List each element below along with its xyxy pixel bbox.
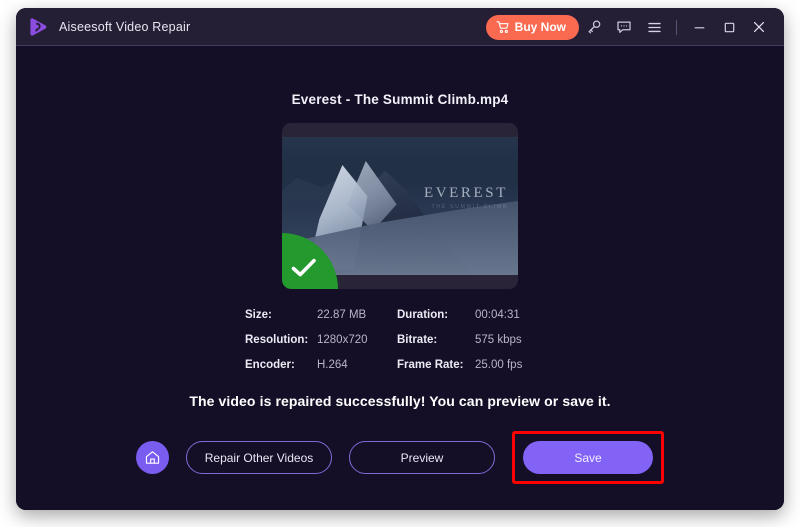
meta-label-duration: Duration:: [397, 309, 449, 321]
meta-value-size: 22.87 MB: [317, 309, 367, 321]
save-button-highlight: Save: [512, 431, 664, 484]
minimize-icon[interactable]: [684, 12, 714, 42]
main-content: Everest - The Summit Climb.mp4 EVEREST T…: [16, 46, 784, 510]
key-icon[interactable]: [579, 12, 609, 42]
action-bar: Repair Other Videos Preview Save: [16, 431, 784, 484]
titlebar-divider: [676, 19, 677, 35]
status-message: The video is repaired successfully! You …: [189, 393, 611, 409]
buy-now-label: Buy Now: [514, 20, 566, 34]
title-bar: Aiseesoft Video Repair Buy Now: [16, 8, 784, 46]
home-icon: [144, 449, 161, 466]
meta-value-resolution: 1280x720: [317, 334, 368, 346]
play-logo-icon: [26, 15, 50, 39]
repair-other-videos-label: Repair Other Videos: [204, 450, 314, 465]
preview-label: Preview: [400, 450, 444, 465]
shopping-cart-icon: [496, 20, 510, 34]
meta-value-bitrate: 575 kbps: [475, 334, 522, 346]
repair-other-videos-button[interactable]: Repair Other Videos: [186, 441, 332, 474]
watermark-title: EVEREST: [423, 185, 508, 201]
meta-label-size: Size:: [245, 309, 272, 321]
maximize-icon[interactable]: [714, 12, 744, 42]
preview-button[interactable]: Preview: [349, 441, 495, 474]
meta-label-resolution: Resolution:: [245, 334, 309, 346]
close-icon[interactable]: [744, 12, 774, 42]
file-name: Everest - The Summit Climb.mp4: [291, 92, 509, 107]
meta-label-bitrate: Bitrate:: [397, 334, 438, 346]
meta-value-encoder: H.264: [317, 359, 348, 371]
video-thumbnail[interactable]: EVEREST THE SUMMIT CLIMB: [282, 123, 518, 289]
buy-now-button[interactable]: Buy Now: [485, 14, 579, 40]
app-title: Aiseesoft Video Repair: [59, 20, 191, 34]
titlebar-controls: Buy Now: [485, 8, 784, 46]
hamburger-menu-icon[interactable]: [639, 12, 669, 42]
video-metadata: Size: 22.87 MB Duration: 00:04:31 Resolu…: [245, 309, 555, 371]
meta-value-duration: 00:04:31: [475, 309, 520, 321]
meta-label-encoder: Encoder:: [245, 359, 295, 371]
chat-bubble-icon[interactable]: [609, 12, 639, 42]
home-button[interactable]: [136, 441, 169, 474]
save-button[interactable]: Save: [523, 441, 653, 474]
app-window: Aiseesoft Video Repair Buy Now Everest -…: [16, 8, 784, 510]
thumbnail-haze: [282, 137, 518, 183]
meta-value-frame-rate: 25.00 fps: [475, 359, 523, 371]
meta-label-frame-rate: Frame Rate:: [397, 359, 464, 371]
save-label: Save: [574, 450, 602, 465]
